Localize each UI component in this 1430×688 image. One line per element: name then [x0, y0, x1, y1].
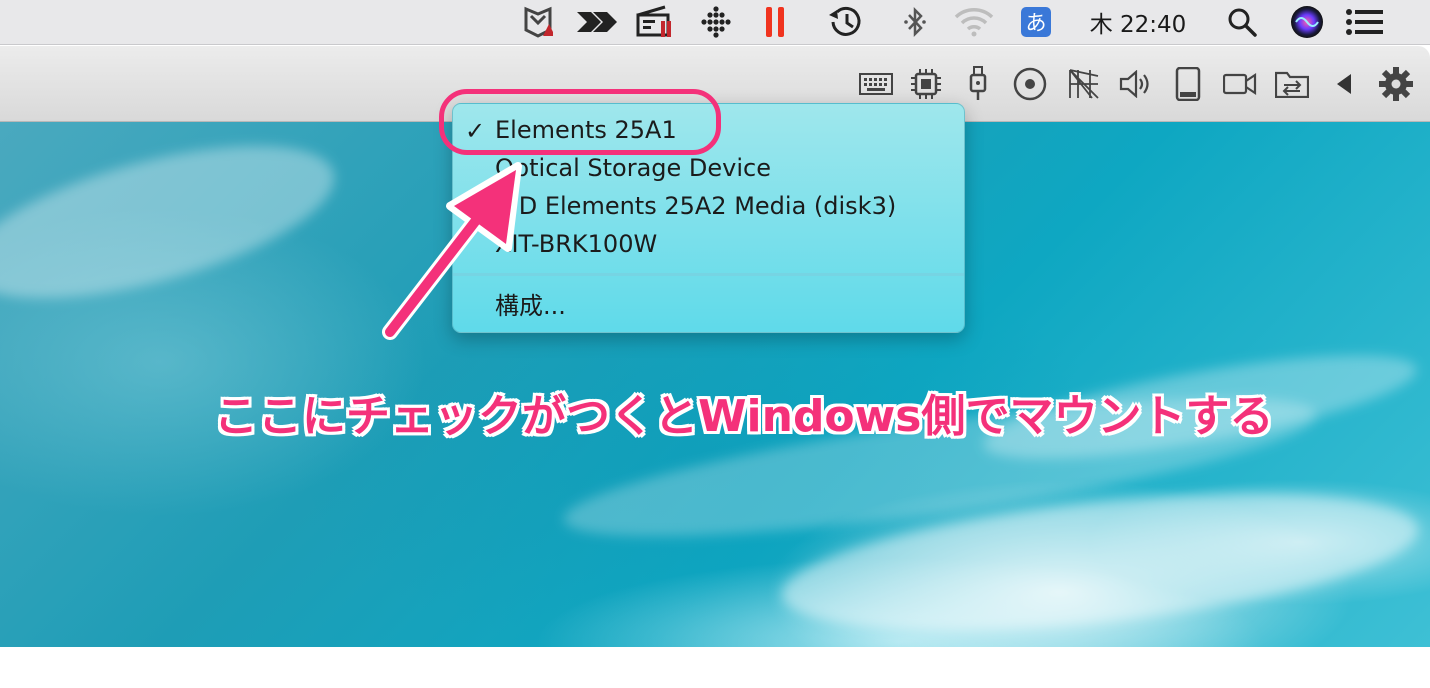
annotation-arrow [382, 162, 522, 340]
arrow-app-icon[interactable] [574, 0, 620, 44]
clock-text: 木 22:40 [1089, 12, 1187, 38]
time-machine-icon[interactable] [826, 0, 866, 44]
parallels-pause-icon[interactable] [760, 0, 790, 44]
menu-bar-clock[interactable]: 木 22:40 [1078, 0, 1198, 44]
input-method-icon[interactable]: あ [1020, 0, 1052, 44]
collapse-icon[interactable] [1326, 66, 1362, 102]
menu-bar: あ 木 22:40 [0, 0, 1430, 45]
camera-icon[interactable] [1222, 66, 1258, 102]
storage-icon[interactable] [1170, 66, 1206, 102]
annotation-highlight-ring [439, 89, 721, 155]
fitbit-icon[interactable] [698, 0, 734, 44]
settings-icon[interactable] [1378, 66, 1414, 102]
shared-folder-icon[interactable] [1274, 66, 1310, 102]
wifi-icon[interactable] [952, 0, 996, 44]
bluetooth-icon[interactable] [900, 0, 930, 44]
clapper-icon[interactable] [634, 0, 676, 44]
input-method-label: あ [1021, 7, 1051, 37]
keyboard-icon[interactable] [858, 66, 894, 102]
wave-highlight [0, 114, 350, 330]
network-icon[interactable] [1066, 66, 1102, 102]
siri-icon[interactable] [1288, 0, 1326, 44]
cpu-icon[interactable] [908, 66, 944, 102]
notification-center-icon[interactable] [1344, 0, 1386, 44]
usb-icon[interactable] [960, 66, 996, 102]
mcafee-icon[interactable] [520, 0, 556, 44]
sound-icon[interactable] [1118, 66, 1154, 102]
annotation-caption: ここにチェックがつくとWindows側でマウントする [214, 391, 1274, 442]
cd-icon[interactable] [1012, 66, 1048, 102]
menu-item-wd-elements-25a2[interactable]: WD Elements 25A2 Media (disk3) [495, 188, 896, 224]
spotlight-icon[interactable] [1224, 0, 1260, 44]
